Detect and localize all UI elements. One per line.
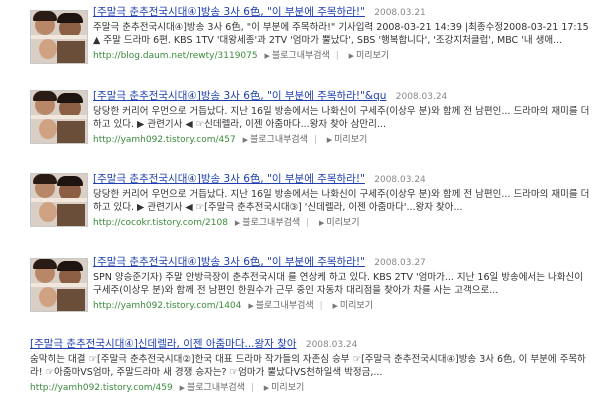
result-title-link[interactable]: [주말극 춘추전국시대④]방송 3사 6色, "이 부분에 주목하라!" [93, 256, 365, 268]
preview-link[interactable]: 미리보기 [356, 51, 389, 61]
triangle-icon: ▶ [179, 384, 185, 392]
result-snippet: 숨막히는 대결 ☞[주말극 춘추전국시대②]한국 대표 드라마 작가들의 자존심… [30, 354, 586, 378]
result-date: 2008.03.24 [374, 175, 426, 185]
preview-link[interactable]: 미리보기 [326, 218, 359, 228]
result-snippet: SPN 양승준기자) 주말 안방극장이 춘추전국시대 를 연상케 하고 있다. … [93, 272, 583, 296]
result-title-link[interactable]: [주말극 춘추전국시대④]방송 3사 6色, "이 부분에 주목하라!"&qu [93, 90, 386, 102]
triangle-icon: ▶ [248, 302, 254, 310]
divider: | [306, 218, 310, 228]
blog-search-link[interactable]: 블로그내부검색 [256, 301, 314, 311]
blog-search-link[interactable]: 블로그내부검색 [272, 51, 330, 61]
triangle-icon: ▶ [264, 52, 270, 60]
triangle-icon: ▶ [263, 384, 270, 392]
result-url-link[interactable]: http://yamh092.tistory.com/459 [30, 383, 173, 393]
triangle-icon: ▶ [242, 136, 248, 144]
result-date: 2008.03.24 [395, 92, 448, 102]
divider: | [335, 51, 339, 61]
preview-link[interactable]: 미리보기 [334, 135, 367, 145]
preview-link[interactable]: 미리보기 [340, 301, 373, 311]
result-thumbnail[interactable] [30, 258, 88, 312]
result-snippet: 주말극 춘추전국시대④]방송 3사 6色, "이 부분에 주목하라!" 기사입력… [93, 22, 589, 46]
result-url-link[interactable]: http://blog.daum.net/rewty/3119075 [93, 51, 258, 61]
result-title-link[interactable]: [주말극 춘추전국시대④]신데렐라, 이젠 아줌마다...왕자 찾아 [30, 338, 297, 350]
result-thumbnail[interactable] [30, 10, 88, 64]
result-thumbnail[interactable] [30, 173, 88, 227]
result-title-link[interactable]: [주말극 춘추전국시대④]방송 3사 6色, "이 부분에 주목하라!" [93, 173, 365, 185]
preview-link[interactable]: 미리보기 [271, 383, 304, 393]
blog-search-link[interactable]: 블로그내부검색 [250, 135, 308, 145]
triangle-icon: ▶ [332, 302, 338, 310]
divider: | [313, 135, 317, 145]
result-title-link[interactable]: [주말극 춘추전국시대④]방송 3사 6色, "이 부분에 주목하라!" [93, 6, 365, 18]
blog-search-link[interactable]: 블로그내부검색 [242, 218, 300, 228]
result-date: 2008.03.24 [305, 340, 358, 350]
triangle-icon: ▶ [326, 136, 333, 144]
triangle-icon: ▶ [318, 219, 325, 227]
result-snippet: 당당한 커리어 우먼으로 거듭났다. 지난 16일 방송에서는 나화신이 구세주… [93, 106, 590, 130]
result-date: 2008.03.27 [374, 258, 426, 268]
result-url-link[interactable]: http://yamh092.tistory.com/457 [93, 135, 236, 145]
blog-search-link[interactable]: 블로그내부검색 [187, 383, 245, 393]
result-thumbnail[interactable] [30, 90, 88, 144]
divider: | [319, 301, 323, 311]
result-url-link[interactable]: http://cocokr.tistory.com/2108 [93, 218, 228, 228]
triangle-icon: ▶ [348, 52, 355, 60]
result-url-link[interactable]: http://yamh092.tistory.com/1404 [93, 301, 241, 311]
result-date: 2008.03.21 [374, 8, 426, 18]
triangle-icon: ▶ [234, 219, 241, 227]
divider: | [250, 383, 254, 393]
result-snippet: 당당한 커리어 우먼으로 거듭났다. 지난 16일 방송에서는 나화신이 구세주… [93, 189, 590, 213]
